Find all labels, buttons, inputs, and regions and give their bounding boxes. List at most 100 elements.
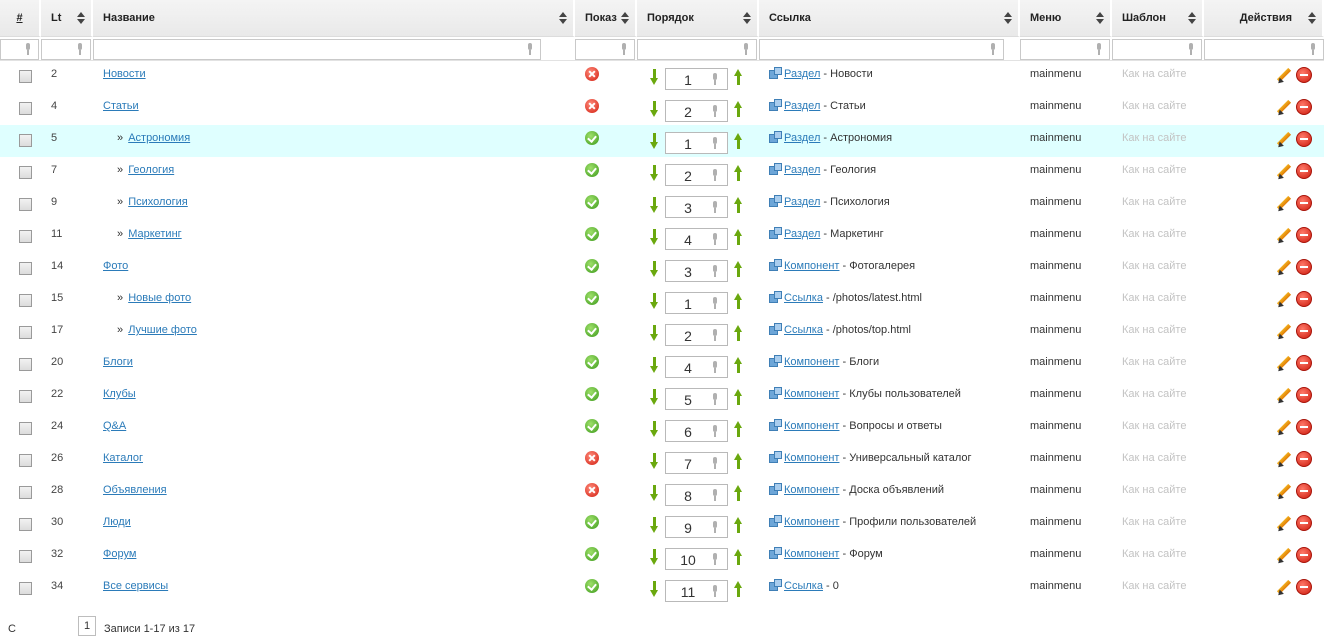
row-link-type[interactable]: Компонент — [784, 548, 839, 560]
pencil-icon[interactable] — [1276, 163, 1292, 182]
delete-red-icon[interactable] — [1296, 355, 1312, 371]
arrow-down-green-icon[interactable] — [650, 133, 659, 149]
row-link-type[interactable]: Компонент — [784, 260, 839, 272]
check-green-icon[interactable] — [585, 323, 599, 337]
order-input[interactable]: 8 — [665, 484, 728, 506]
row-link-type[interactable]: Раздел — [784, 132, 820, 144]
column-lt[interactable]: Lt — [41, 0, 93, 37]
row-checkbox[interactable] — [19, 230, 32, 243]
order-input[interactable]: 1 — [665, 292, 728, 314]
microphone-icon[interactable] — [711, 329, 719, 341]
arrow-down-green-icon[interactable] — [650, 197, 659, 213]
microphone-icon[interactable] — [711, 393, 719, 405]
delete-red-icon[interactable] — [1296, 323, 1312, 339]
arrow-down-green-icon[interactable] — [650, 389, 659, 405]
row-link-type[interactable]: Раздел — [784, 164, 820, 176]
arrow-down-green-icon[interactable] — [650, 581, 659, 597]
arrow-down-green-icon[interactable] — [650, 357, 659, 373]
order-input[interactable]: 4 — [665, 356, 728, 378]
column-template[interactable]: Шаблон — [1112, 0, 1204, 37]
row-title-link[interactable]: Каталог — [103, 452, 143, 464]
microphone-icon[interactable] — [711, 425, 719, 437]
delete-red-icon[interactable] — [1296, 291, 1312, 307]
row-title-link[interactable]: Фото — [103, 260, 128, 272]
row-title-link[interactable]: Все сервисы — [103, 580, 168, 592]
table-row[interactable]: 11 » Маркетинг 4 Раздел - Маркетинг mainmenu… — [0, 221, 1324, 253]
pencil-icon[interactable] — [1276, 67, 1292, 86]
filter-menu-input[interactable] — [1020, 38, 1110, 60]
microphone-icon[interactable] — [711, 265, 719, 277]
delete-red-icon[interactable] — [1296, 515, 1312, 531]
column-num-link[interactable]: # — [16, 12, 22, 24]
microphone-icon[interactable] — [711, 361, 719, 373]
row-checkbox[interactable] — [19, 422, 32, 435]
row-title-link[interactable]: Клубы — [103, 388, 136, 400]
order-input[interactable]: 1 — [665, 132, 728, 154]
row-link-type[interactable]: Компонент — [784, 516, 839, 528]
check-green-icon[interactable] — [585, 419, 599, 433]
arrow-up-green-icon[interactable] — [734, 293, 743, 309]
order-input[interactable]: 3 — [665, 196, 728, 218]
row-title-link[interactable]: Форум — [103, 548, 136, 560]
microphone-icon[interactable] — [711, 105, 719, 117]
row-checkbox[interactable] — [19, 582, 32, 595]
row-title-link[interactable]: Астрономия — [128, 132, 190, 144]
row-link-type[interactable]: Ссылка — [784, 292, 823, 304]
microphone-icon[interactable] — [989, 42, 997, 55]
filter-order-input[interactable] — [637, 38, 757, 60]
row-checkbox[interactable] — [19, 550, 32, 563]
microphone-icon[interactable] — [711, 169, 719, 181]
row-checkbox[interactable] — [19, 358, 32, 371]
cross-red-icon[interactable] — [585, 99, 599, 113]
microphone-icon[interactable] — [1095, 42, 1103, 55]
row-title-link[interactable]: Объявления — [103, 484, 167, 496]
table-row[interactable]: 28 Объявления 8 Компонент - Доска объявлени… — [0, 477, 1324, 509]
cross-red-icon[interactable] — [585, 451, 599, 465]
row-link-type[interactable]: Раздел — [784, 228, 820, 240]
delete-red-icon[interactable] — [1296, 67, 1312, 83]
check-green-icon[interactable] — [585, 579, 599, 593]
arrow-up-green-icon[interactable] — [734, 389, 743, 405]
row-checkbox[interactable] — [19, 294, 32, 307]
pencil-icon[interactable] — [1276, 291, 1292, 310]
check-green-icon[interactable] — [585, 515, 599, 529]
row-title-link[interactable]: Новости — [103, 68, 146, 80]
arrow-up-green-icon[interactable] — [734, 261, 743, 277]
check-green-icon[interactable] — [585, 291, 599, 305]
check-green-icon[interactable] — [585, 131, 599, 145]
arrow-down-green-icon[interactable] — [650, 293, 659, 309]
pencil-icon[interactable] — [1276, 547, 1292, 566]
delete-red-icon[interactable] — [1296, 547, 1312, 563]
table-row[interactable]: 4 Статьи 2 Раздел - Статьи mainmenu Как на са… — [0, 93, 1324, 125]
filter-num-input[interactable] — [0, 38, 39, 60]
row-checkbox[interactable] — [19, 486, 32, 499]
order-input[interactable]: 4 — [665, 228, 728, 250]
filter-link-input[interactable] — [759, 38, 1004, 60]
microphone-icon[interactable] — [711, 297, 719, 309]
table-row[interactable]: 32 Форум 10 Компонент - Форум mainmenu Как на… — [0, 541, 1324, 573]
microphone-icon[interactable] — [711, 521, 719, 533]
row-title-link[interactable]: Геология — [128, 164, 174, 176]
microphone-icon[interactable] — [742, 42, 750, 55]
row-title-link[interactable]: Психология — [128, 196, 188, 208]
arrow-down-green-icon[interactable] — [650, 517, 659, 533]
delete-red-icon[interactable] — [1296, 227, 1312, 243]
microphone-icon[interactable] — [76, 42, 84, 55]
check-green-icon[interactable] — [585, 163, 599, 177]
arrow-down-green-icon[interactable] — [650, 165, 659, 181]
microphone-icon[interactable] — [526, 42, 534, 55]
column-title[interactable]: Название — [93, 0, 575, 37]
row-checkbox[interactable] — [19, 518, 32, 531]
order-input[interactable]: 2 — [665, 100, 728, 122]
table-row[interactable]: 22 Клубы 5 Компонент - Клубы пользователей m… — [0, 381, 1324, 413]
row-checkbox[interactable] — [19, 198, 32, 211]
row-link-type[interactable]: Компонент — [784, 388, 839, 400]
microphone-icon[interactable] — [711, 585, 719, 597]
table-row[interactable]: 5 » Астрономия 1 Раздел - Астрономия mainmen… — [0, 125, 1324, 157]
microphone-icon[interactable] — [711, 73, 719, 85]
row-checkbox[interactable] — [19, 134, 32, 147]
row-link-type[interactable]: Ссылка — [784, 324, 823, 336]
table-row[interactable]: 9 » Психология 3 Раздел - Психология mainmen… — [0, 189, 1324, 221]
table-row[interactable]: 30 Люди 9 Компонент - Профили пользователей… — [0, 509, 1324, 541]
delete-red-icon[interactable] — [1296, 259, 1312, 275]
